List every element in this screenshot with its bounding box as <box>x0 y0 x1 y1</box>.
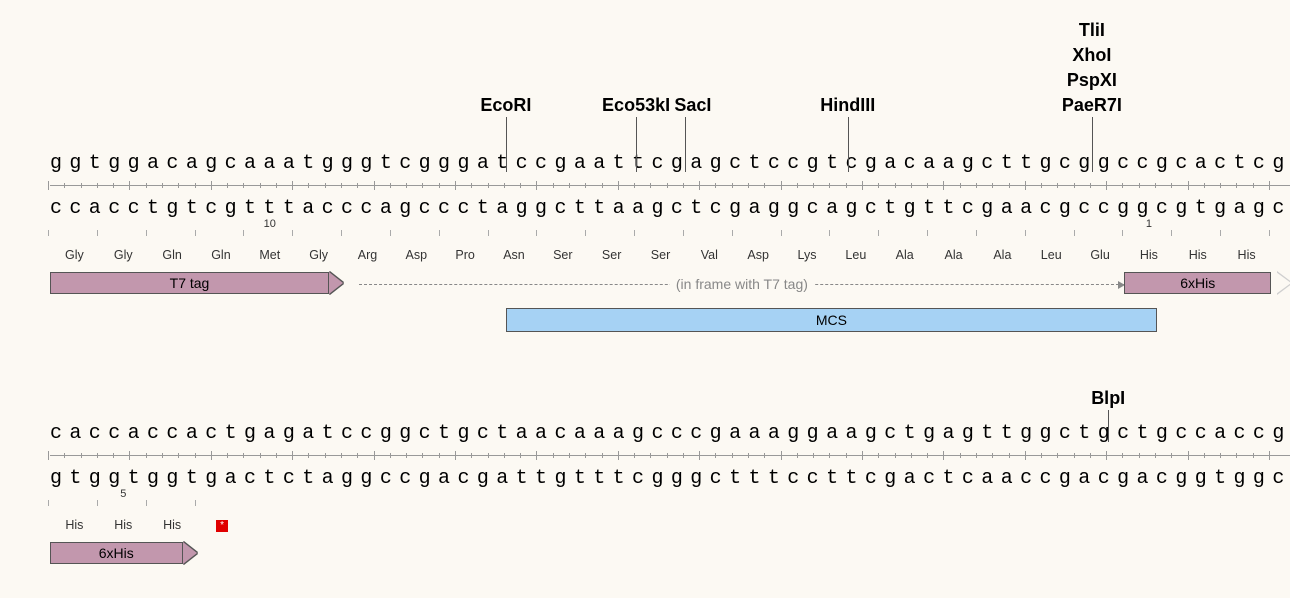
enzyme-label-eco53ki[interactable]: Eco53kI <box>602 95 670 116</box>
amino-acid-label: His <box>114 518 132 532</box>
amino-acid-label: His <box>1238 248 1256 262</box>
mcs-row: MCS <box>50 308 1290 336</box>
sequence-top-strand-2: caccaccactgagatccggctgctaacaaagcccgaaagg… <box>50 422 1290 445</box>
amino-acid-label: His <box>65 518 83 532</box>
enzyme-label-pspxi[interactable]: PspXI <box>1067 70 1117 91</box>
amino-acid-label: Gly <box>114 248 133 262</box>
amino-acid-label: Gln <box>162 248 181 262</box>
amino-acid-label: Ser <box>602 248 621 262</box>
amino-acid-label: Ala <box>993 248 1011 262</box>
amino-acid-label: His <box>1140 248 1158 262</box>
amino-acid-label: Ser <box>553 248 572 262</box>
feature-mcs[interactable]: MCS <box>506 308 1157 332</box>
amino-acid-label: Lys <box>798 248 817 262</box>
sequence-bottom-strand-1: ccacctgtcgtttacccagccctaggcttaagctcgaggc… <box>50 197 1290 220</box>
feature-6xhis-2-label: 6xHis <box>99 545 134 561</box>
feature-6xhis-1-label: 6xHis <box>1180 275 1215 291</box>
amino-acid-label: Asp <box>747 248 769 262</box>
feature-6xhis-2[interactable]: 6xHis <box>50 542 197 564</box>
enzyme-tick <box>848 117 849 172</box>
enzyme-label-blpi[interactable]: BlpI <box>1091 388 1125 409</box>
feature-6xhis-1[interactable]: 6xHis <box>1124 272 1271 294</box>
enzyme-label-ecori[interactable]: EcoRI <box>480 95 531 116</box>
feature-row-1: T7 tag (in frame with T7 tag) 6xHis <box>50 272 1290 298</box>
amino-acid-label: His <box>1189 248 1207 262</box>
enzyme-tick <box>685 117 686 172</box>
sequence-ruler-2 <box>50 447 1290 465</box>
enzyme-label-hindiii[interactable]: HindIII <box>820 95 875 116</box>
feature-t7-tag[interactable]: T7 tag <box>50 272 343 294</box>
enzyme-tick <box>1108 410 1109 442</box>
amino-acid-label: Leu <box>1041 248 1062 262</box>
amino-acid-label: Glu <box>1090 248 1109 262</box>
feature-mcs-label: MCS <box>816 312 847 328</box>
enzyme-label-xhoi[interactable]: XhoI <box>1072 45 1111 66</box>
amino-acid-label: Asp <box>406 248 428 262</box>
amino-acid-label: Pro <box>455 248 474 262</box>
feature-row-2: 6xHis <box>50 542 1290 568</box>
amino-acid-label: Met <box>259 248 280 262</box>
sequence-ruler-1 <box>50 177 1290 195</box>
aa-position-number: 5 <box>120 488 126 500</box>
amino-acid-label: Val <box>701 248 718 262</box>
amino-acid-label: Leu <box>845 248 866 262</box>
amino-acid-label: Ser <box>651 248 670 262</box>
aa-row-2: * His His His <box>50 518 1290 540</box>
enzyme-label-saci[interactable]: SacI <box>674 95 711 116</box>
enzyme-tick <box>506 117 507 172</box>
enzyme-label-tlii[interactable]: TliI <box>1079 20 1105 41</box>
sequence-top-strand-1: ggtggacagcaaatgggtcgggatccgaattcgagctccg… <box>50 152 1290 175</box>
aa-row-1: Gly Gly Gln Gln Met Gly Arg Asp Pro Asn Ser Ser Ser V… <box>50 248 1290 270</box>
enzyme-tick <box>1092 117 1093 172</box>
stop-codon-icon: * <box>216 520 228 532</box>
amino-acid-label: Asn <box>503 248 525 262</box>
amino-acid-label: Arg <box>358 248 377 262</box>
sequence-block-1: EcoRIEco53kISacIHindIIIPaeR7IPspXIXhoITl… <box>50 110 1290 336</box>
aa-tick-row-2: 5 <box>50 496 1290 510</box>
amino-acid-label: Gly <box>309 248 328 262</box>
sequence-bottom-strand-2: gtggtggtgactctaggccgacgattgtttcgggctttcc… <box>50 467 1290 490</box>
amino-acid-label: Gly <box>65 248 84 262</box>
amino-acid-label: Ala <box>896 248 914 262</box>
enzyme-label-paer7i[interactable]: PaeR7I <box>1062 95 1122 116</box>
aa-position-number: 10 <box>264 218 276 230</box>
aa-tick-row-1: 101 <box>50 226 1290 240</box>
amino-acid-label: His <box>163 518 181 532</box>
amino-acid-label: Ala <box>944 248 962 262</box>
feature-t7-tag-label: T7 tag <box>170 275 210 291</box>
frame-label: (in frame with T7 tag) <box>670 276 814 292</box>
amino-acid-label: Gln <box>211 248 230 262</box>
aa-position-number: 1 <box>1146 218 1152 230</box>
sequence-block-2: BlpI caccaccactgagatccggctgctaacaaagcccg… <box>50 380 1290 568</box>
enzyme-tick <box>636 117 637 172</box>
